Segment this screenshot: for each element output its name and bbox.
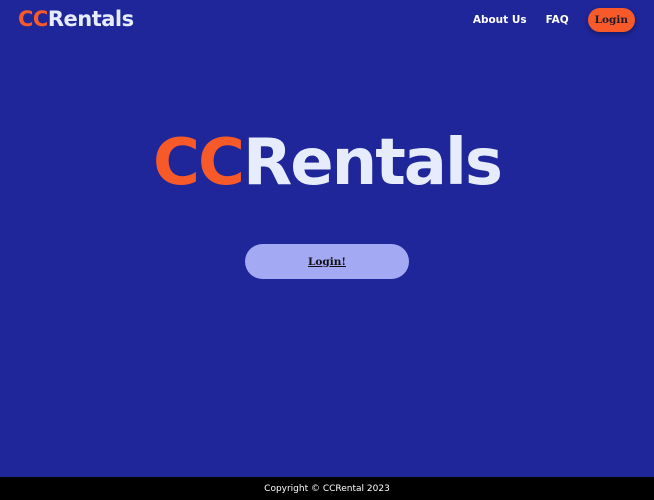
nav-login-button[interactable]: Login (587, 8, 635, 32)
site-footer: Copyright © CCRental 2023 (0, 477, 654, 500)
header-logo-suffix: Rentals (47, 7, 134, 31)
header-logo-prefix: CC (18, 7, 48, 31)
hero-logo-suffix: Rentals (242, 126, 503, 200)
header-logo[interactable]: CCRentals (18, 5, 134, 33)
hero-login-button-label: Login! (308, 255, 346, 268)
hero-login-button[interactable]: Login! (245, 244, 409, 279)
hero-logo: CCRentals (0, 128, 654, 198)
footer-copyright: Copyright © CCRental 2023 (264, 483, 390, 494)
site-header: CCRentals About Us FAQ Login (0, 0, 654, 40)
nav-about-us-link[interactable]: About Us (473, 8, 527, 32)
nav-faq-link[interactable]: FAQ (546, 8, 569, 32)
hero-logo-prefix: CC (153, 126, 245, 200)
main-nav: About Us FAQ Login (473, 8, 635, 32)
